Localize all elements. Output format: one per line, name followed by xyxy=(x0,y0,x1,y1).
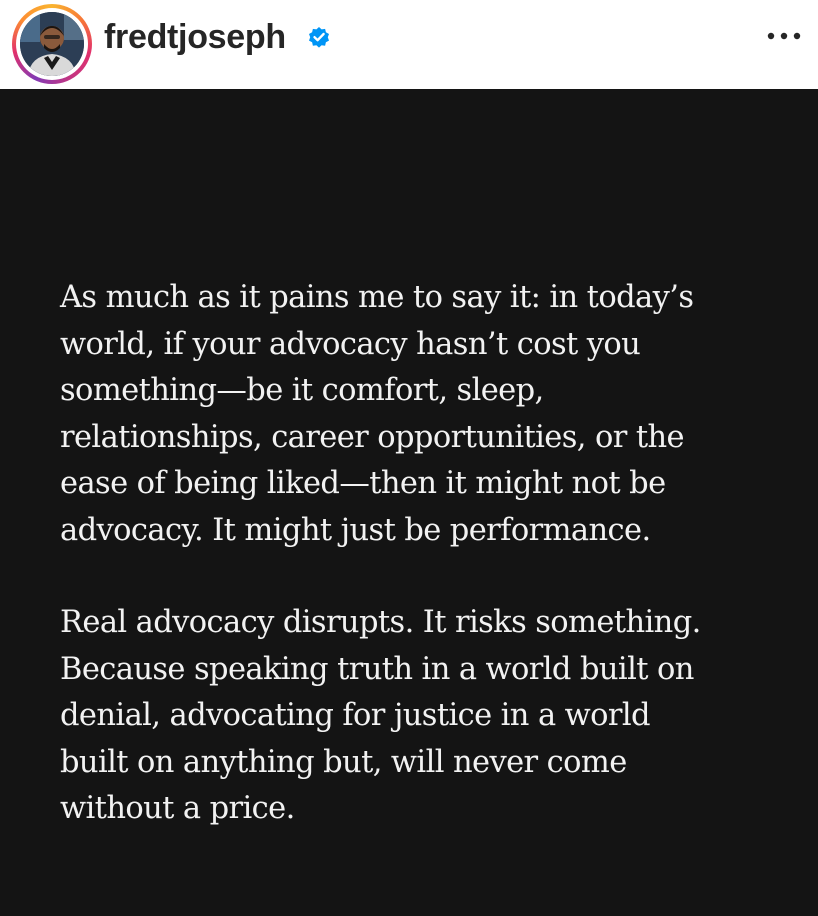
story-ring[interactable] xyxy=(12,4,92,84)
quote-line: denial, advocating for justice in a worl… xyxy=(60,698,651,733)
instagram-post-screen: fredtjoseph As much as it pains me to sa… xyxy=(0,0,818,916)
quote-line: Real advocacy disrupts. It risks somethi… xyxy=(60,605,701,640)
post-quote-text: As much as it pains me to say it: in tod… xyxy=(60,275,800,879)
quote-line: ease of being liked—then it might not be xyxy=(60,466,666,501)
quote-line: without a price. xyxy=(60,791,295,826)
quote-paragraph-2: Real advocacy disrupts. It risks somethi… xyxy=(60,600,800,833)
quote-line: advocacy. It might just be performance. xyxy=(60,512,651,548)
avatar-photo xyxy=(20,12,84,76)
quote-line: built on anything but, will never come xyxy=(60,744,627,780)
quote-line: something—be it comfort, sleep, xyxy=(60,373,544,408)
avatar-gap xyxy=(16,8,88,80)
verified-badge-icon xyxy=(309,27,329,48)
username-link[interactable]: fredtjoseph xyxy=(104,15,286,59)
quote-line: world, if your advocacy hasn’t cost you xyxy=(60,326,641,362)
quote-paragraph-1: As much as it pains me to say it: in tod… xyxy=(60,275,800,554)
quote-line: Because speaking truth in a world built … xyxy=(60,651,694,687)
quote-line: relationships, career opportunities, or … xyxy=(60,419,685,455)
post-header: fredtjoseph xyxy=(0,0,818,89)
more-options-icon[interactable] xyxy=(762,20,806,52)
post-image[interactable]: As much as it pains me to say it: in tod… xyxy=(0,89,818,916)
profile-avatar[interactable] xyxy=(20,12,84,76)
quote-line: As much as it pains me to say it: in tod… xyxy=(60,280,694,315)
